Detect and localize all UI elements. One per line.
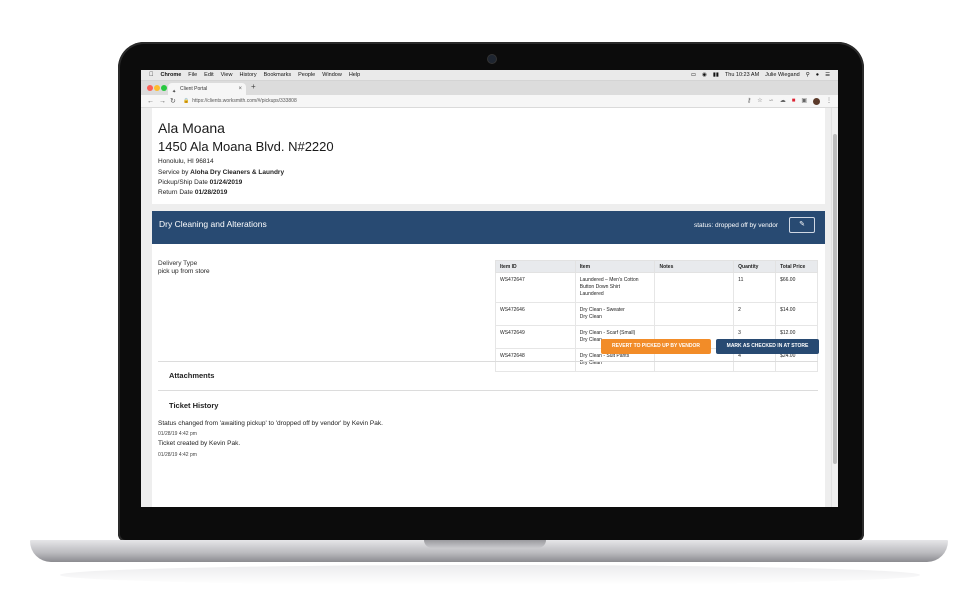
extension-doc-icon[interactable]: ▣ bbox=[801, 95, 807, 108]
extensions-area: ⚷ ☆ ∽ ☁ ■ ▣ ⋮ bbox=[747, 95, 832, 108]
cell-item: Laundered – Men's Cotton Button Down Shir… bbox=[574, 272, 656, 303]
extension-cloud-icon[interactable]: ☁ bbox=[780, 95, 786, 108]
cell-quantity: 11 bbox=[733, 272, 777, 303]
edit-status-button[interactable]: ✎ bbox=[789, 217, 815, 233]
col-item: Item bbox=[574, 260, 656, 273]
history-entry-text: Ticket created by Kevin Pak. bbox=[158, 440, 241, 447]
cell-item-id: WS472648 bbox=[495, 348, 576, 372]
siri-icon[interactable]: ● bbox=[816, 70, 819, 81]
table-row: WS472647 Laundered – Men's Cotton Button … bbox=[495, 272, 818, 303]
menu-view[interactable]: View bbox=[221, 70, 233, 81]
spotlight-icon[interactable]: ⚲ bbox=[806, 70, 810, 81]
ticket-details-card: Delivery Type pick up from store Item ID… bbox=[152, 244, 825, 507]
delivery-type-label: Delivery Type bbox=[158, 260, 198, 267]
menu-people[interactable]: People bbox=[298, 70, 315, 81]
table-header-row: Item ID Item Notes Quantity Total Price bbox=[495, 260, 818, 273]
extension-badge-icon[interactable]: ■ bbox=[792, 95, 796, 108]
laptop-reflection bbox=[60, 565, 920, 585]
history-entry-time: 01/28/19 4:42 pm bbox=[158, 431, 197, 437]
col-notes: Notes bbox=[654, 260, 735, 273]
location-name: Ala Moana bbox=[158, 120, 225, 136]
cell-price: $14.00 bbox=[775, 302, 818, 326]
address-bar-row: ← → ↻ 🔒 https://clients.worksmith.com/#/p… bbox=[141, 95, 838, 108]
bookmark-star-icon[interactable]: ☆ bbox=[757, 95, 762, 108]
history-entry-text: Status changed from 'awaiting pickup' to… bbox=[158, 420, 383, 427]
status-text: status: dropped off by vendor bbox=[694, 222, 779, 229]
chrome-menu-icon[interactable]: ⋮ bbox=[826, 95, 832, 108]
attachments-heading: Attachments bbox=[169, 371, 215, 380]
divider bbox=[158, 390, 818, 391]
location-address: 1450 Ala Moana Blvd. N#2220 bbox=[158, 139, 334, 154]
zoom-window-button[interactable] bbox=[161, 85, 167, 91]
url-text: https://clients.worksmith.com/#/pickups/… bbox=[192, 98, 297, 104]
menubar-clock[interactable]: Thu 10:23 AM bbox=[725, 70, 759, 81]
apple-icon[interactable]:  bbox=[149, 70, 154, 81]
col-quantity: Quantity bbox=[733, 260, 777, 273]
menu-help[interactable]: Help bbox=[349, 70, 360, 81]
return-date: 01/28/2019 bbox=[194, 189, 228, 196]
service-banner: Dry Cleaning and Alterations status: dro… bbox=[152, 211, 825, 244]
url-field[interactable]: 🔒 https://clients.worksmith.com/#/pickups… bbox=[183, 97, 743, 106]
service-title: Dry Cleaning and Alterations bbox=[159, 219, 267, 229]
menu-file[interactable]: File bbox=[188, 70, 197, 81]
profile-avatar[interactable] bbox=[813, 98, 820, 105]
menu-history[interactable]: History bbox=[239, 70, 256, 81]
key-icon[interactable]: ⚷ bbox=[747, 95, 751, 108]
cell-item: Dry Clean - Sweater Dry Clean bbox=[574, 302, 656, 326]
location-city: Honolulu, HI 96814 bbox=[158, 158, 214, 165]
minimize-window-button[interactable] bbox=[154, 85, 160, 91]
location-card: Ala Moana 1450 Ala Moana Blvd. N#2220 Ho… bbox=[152, 108, 825, 204]
table-row: WS472646 Dry Clean - Sweater Dry Clean 2 … bbox=[495, 302, 818, 326]
revert-to-picked-up-button[interactable]: REVERT TO PICKED UP BY VENDOR bbox=[601, 339, 711, 354]
close-tab-icon[interactable]: × bbox=[238, 83, 242, 95]
menubar-user[interactable]: Julie Wiegand bbox=[765, 70, 800, 81]
new-tab-icon[interactable]: + bbox=[251, 82, 256, 91]
battery-icon[interactable]: ▮▮ bbox=[713, 70, 719, 81]
scrollbar-thumb[interactable] bbox=[833, 134, 837, 464]
display-icon[interactable]: ▭ bbox=[691, 70, 696, 81]
col-total-price: Total Price bbox=[775, 260, 818, 273]
cell-item-id: WS472647 bbox=[495, 272, 576, 303]
back-icon[interactable]: ← bbox=[147, 95, 154, 108]
pickup-date: 01/24/2019 bbox=[209, 179, 243, 186]
menu-app-name[interactable]: Chrome bbox=[161, 70, 182, 81]
browser-tab[interactable]: ✦ Client Portal × bbox=[168, 83, 246, 95]
history-entry-time: 01/28/19 4:42 pm bbox=[158, 452, 197, 458]
menu-window[interactable]: Window bbox=[322, 70, 342, 81]
menu-bookmarks[interactable]: Bookmarks bbox=[264, 70, 292, 81]
forward-icon[interactable]: → bbox=[159, 95, 166, 108]
mark-checked-in-button[interactable]: MARK AS CHECKED IN AT STORE bbox=[716, 339, 819, 354]
pickup-date-line: Pickup/Ship Date 01/24/2019 bbox=[158, 179, 243, 186]
notification-center-icon[interactable]: ☰ bbox=[825, 70, 830, 81]
webcam bbox=[488, 55, 496, 63]
divider bbox=[158, 361, 818, 362]
vendor-name: Aloha Dry Cleaners & Laundry bbox=[190, 169, 285, 176]
pencil-icon: ✎ bbox=[799, 221, 805, 228]
return-date-line: Return Date 01/28/2019 bbox=[158, 189, 228, 196]
menu-edit[interactable]: Edit bbox=[204, 70, 213, 81]
cell-notes bbox=[654, 302, 735, 326]
cell-price: $66.00 bbox=[775, 272, 818, 303]
ticket-history-heading: Ticket History bbox=[169, 401, 219, 410]
extension-icon[interactable]: ∽ bbox=[769, 95, 774, 108]
items-table: Item ID Item Notes Quantity Total Price … bbox=[495, 260, 818, 372]
lock-icon: 🔒 bbox=[183, 98, 190, 104]
tab-strip: ✦ Client Portal × + bbox=[141, 81, 838, 95]
laptop-notch bbox=[424, 540, 546, 548]
reload-icon[interactable]: ↻ bbox=[170, 95, 176, 108]
mac-menubar:  Chrome File Edit View History Bookmark… bbox=[141, 70, 838, 81]
cell-item-id: WS472646 bbox=[495, 302, 576, 326]
page-content: Ala Moana 1450 Ala Moana Blvd. N#2220 Ho… bbox=[141, 108, 838, 507]
screen:  Chrome File Edit View History Bookmark… bbox=[141, 70, 838, 507]
service-line: Service by Aloha Dry Cleaners & Laundry bbox=[158, 169, 285, 176]
cell-quantity: 2 bbox=[733, 302, 777, 326]
wifi-icon[interactable]: ◉ bbox=[702, 70, 707, 81]
cell-notes bbox=[654, 272, 735, 303]
col-item-id: Item ID bbox=[495, 260, 576, 273]
close-window-button[interactable] bbox=[147, 85, 153, 91]
delivery-type-value: pick up from store bbox=[158, 268, 210, 275]
tab-title: Client Portal bbox=[180, 86, 208, 92]
cell-item-id: WS472649 bbox=[495, 325, 576, 349]
